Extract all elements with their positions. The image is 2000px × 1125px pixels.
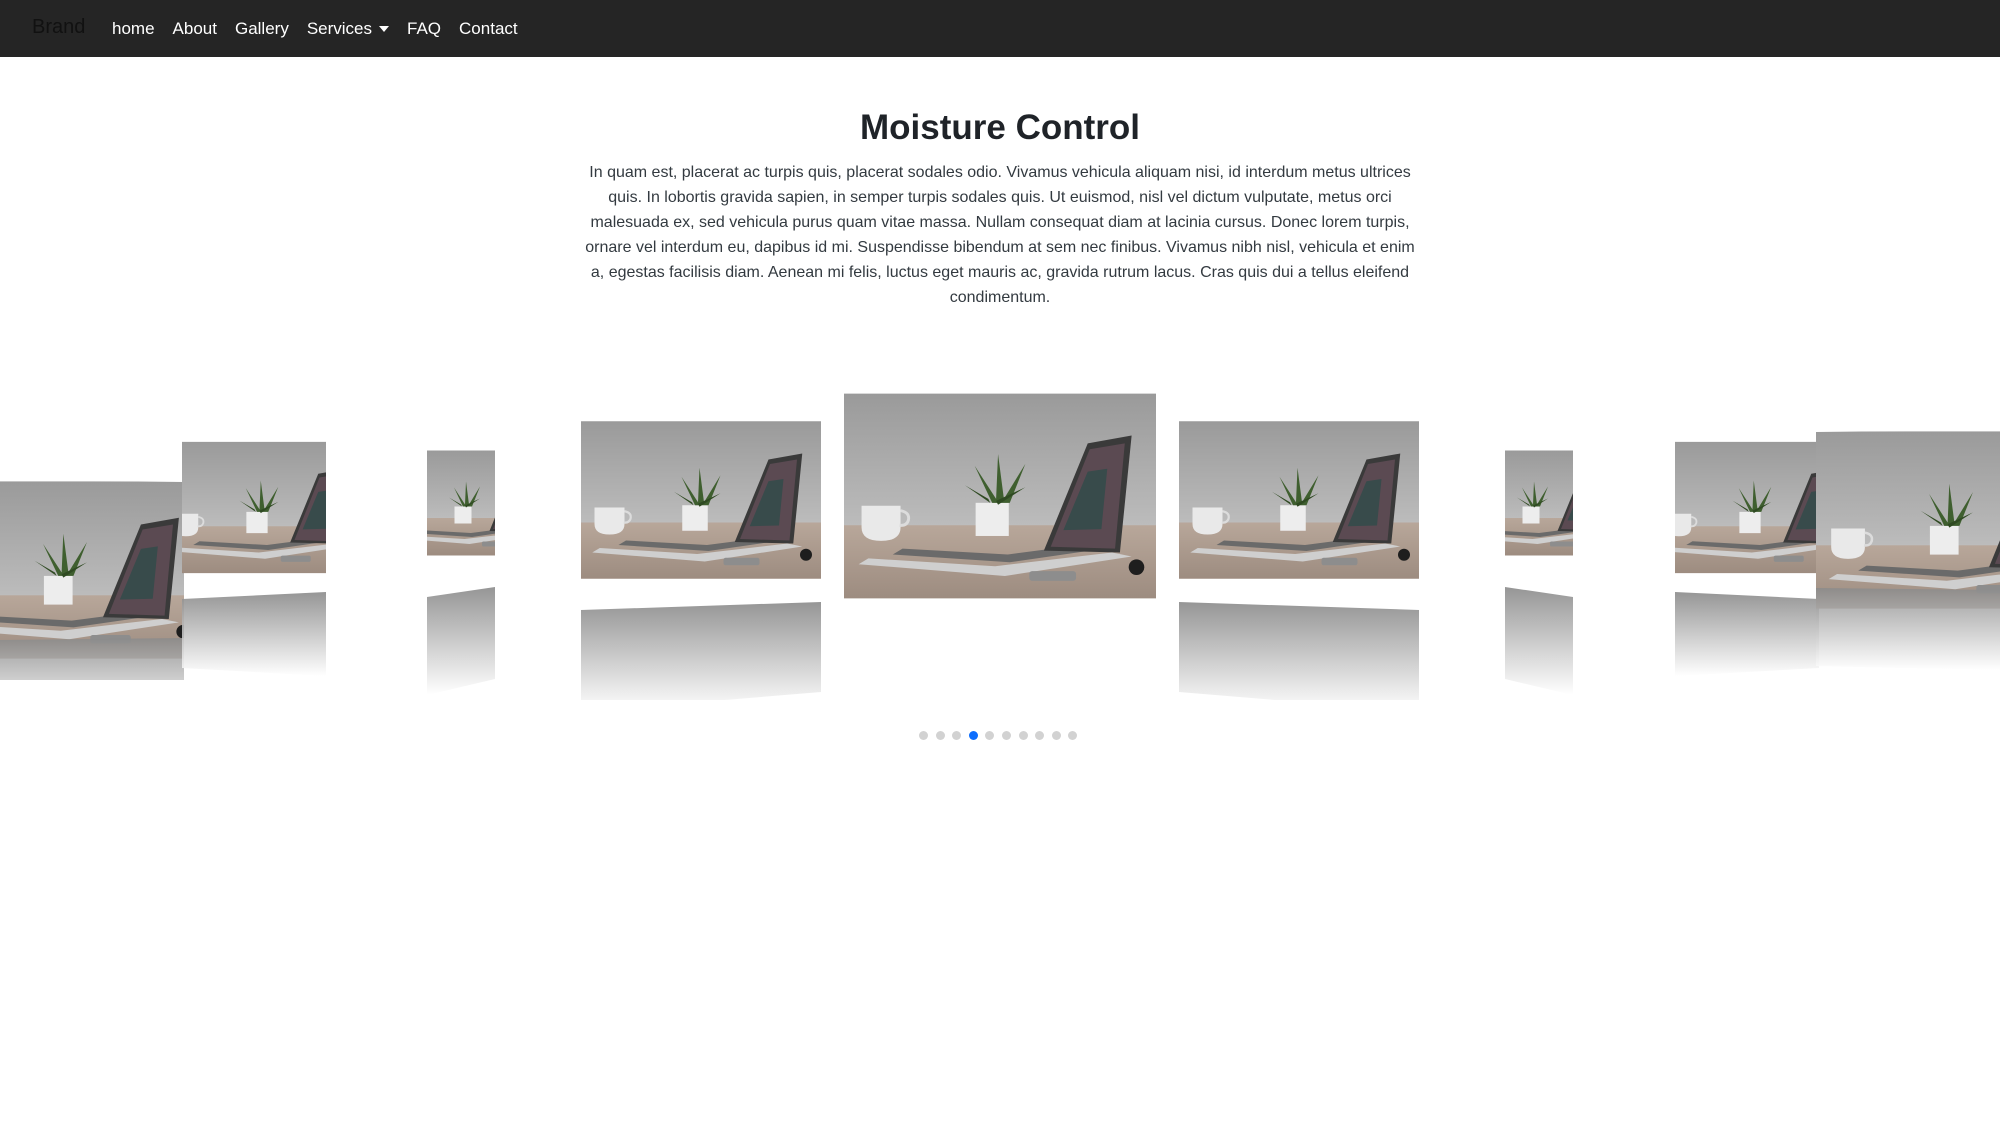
carousel-dot-9[interactable] bbox=[1051, 731, 1061, 740]
carousel-dot-3[interactable] bbox=[952, 731, 962, 740]
nav-link-about[interactable]: About bbox=[173, 19, 217, 39]
carousel-dot-7[interactable] bbox=[1018, 731, 1028, 740]
carousel-dot-4[interactable] bbox=[968, 731, 978, 740]
carousel-dot-5[interactable] bbox=[985, 731, 995, 740]
nav-link-home[interactable]: home bbox=[112, 19, 155, 39]
caret-down-icon bbox=[379, 25, 390, 32]
nav-link-contact[interactable]: Contact bbox=[459, 19, 518, 39]
carousel-dot-8[interactable] bbox=[1035, 731, 1045, 740]
carousel-dot-1[interactable] bbox=[919, 731, 928, 740]
nav-links: home About Gallery Services FAQ Contact bbox=[112, 0, 536, 57]
nav-link-services[interactable]: Services bbox=[306, 18, 390, 39]
nav-link-services-label: Services bbox=[306, 18, 373, 38]
carousel-slide-1[interactable] bbox=[0, 430, 184, 680]
carousel-slide-6[interactable] bbox=[1179, 390, 1419, 700]
coverflow-carousel[interactable] bbox=[0, 380, 2000, 720]
carousel-slide-7[interactable] bbox=[1505, 399, 1573, 699]
carousel-pagination bbox=[919, 731, 1085, 740]
carousel-slide-4[interactable] bbox=[581, 390, 821, 700]
carousel-dot-6[interactable] bbox=[1001, 731, 1011, 740]
carousel-slide-2[interactable] bbox=[182, 416, 326, 676]
carousel-slide-8[interactable] bbox=[1675, 416, 1819, 676]
top-navbar: Brand home About Gallery Services FAQ Co… bbox=[0, 0, 2000, 57]
carousel-slide-3[interactable] bbox=[427, 399, 495, 699]
carousel-dot-10[interactable] bbox=[1068, 731, 1078, 740]
brand-logo[interactable]: Brand bbox=[32, 16, 85, 39]
nav-link-faq[interactable]: FAQ bbox=[407, 19, 441, 39]
intro-paragraph: In quam est, placerat ac turpis quis, pl… bbox=[585, 164, 1415, 306]
carousel-slide-10[interactable] bbox=[1816, 430, 2000, 680]
carousel-slide-active[interactable] bbox=[844, 392, 1156, 602]
nav-link-gallery[interactable]: Gallery bbox=[235, 19, 289, 39]
carousel-dot-2[interactable] bbox=[935, 731, 945, 740]
page-title: Moisture Control bbox=[860, 108, 1140, 147]
